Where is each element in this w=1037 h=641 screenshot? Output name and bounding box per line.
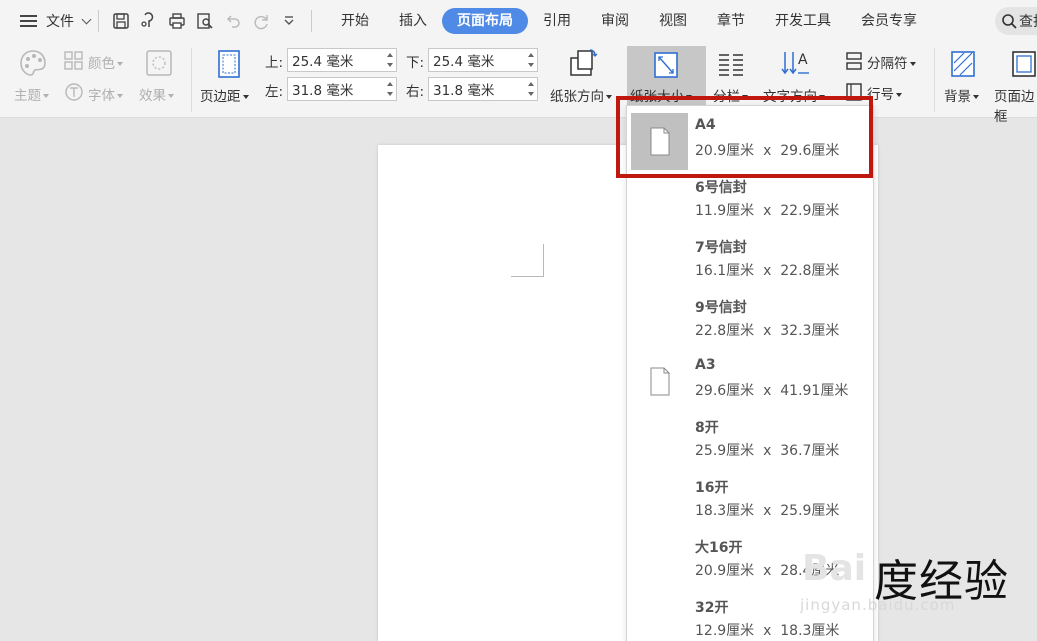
tab-references[interactable]: 引用 <box>528 8 586 34</box>
paper-size-dimensions: 16.1厘米 x 22.8厘米 <box>695 263 840 279</box>
left-margin-input[interactable]: 31.8 毫米 <box>287 77 397 101</box>
paper-thumbnail-icon <box>631 353 688 410</box>
bottom-margin-value: 25.4 毫米 <box>433 54 495 70</box>
divider <box>934 48 935 112</box>
tab-review[interactable]: 审阅 <box>586 8 644 34</box>
separator-button[interactable]: 分隔符 <box>867 52 916 72</box>
annotation-highlight-box <box>616 96 873 178</box>
paper-size-dimensions: 25.9厘米 x 36.7厘米 <box>695 443 840 459</box>
left-margin-value: 31.8 毫米 <box>292 83 354 99</box>
paper-size-dimensions: 12.9厘米 x 18.3厘米 <box>695 623 840 639</box>
spinner-arrows-icon[interactable] <box>528 81 534 97</box>
bottom-margin-input[interactable]: 25.4 毫米 <box>428 48 538 72</box>
search-icon <box>1002 14 1017 29</box>
paper-size-option[interactable]: 16开 18.3厘米 x 25.9厘米 <box>627 469 873 529</box>
paper-size-dimensions: 22.8厘米 x 32.3厘米 <box>695 323 840 339</box>
ribbon-toolbar: 主题 颜色 字体 效果 页边距 上: 25.4 毫米 左: 31.8 毫米 下:… <box>0 42 1037 125</box>
paper-size-name: 大16开 <box>695 540 743 556</box>
file-menu-label: 文件 <box>46 14 74 30</box>
undo-icon[interactable] <box>222 10 244 32</box>
effects-button[interactable]: 效果 <box>139 84 174 104</box>
background-button[interactable]: 背景 <box>944 85 979 105</box>
page-margin-icon[interactable] <box>214 49 244 79</box>
text-direction-icon[interactable]: A <box>781 48 811 78</box>
tab-developer[interactable]: 开发工具 <box>760 8 846 34</box>
ribbon-tabs: 开始 插入 页面布局 引用 审阅 视图 章节 开发工具 会员专享 <box>326 8 932 34</box>
color-grid-icon <box>64 51 83 70</box>
bottom-margin-label: 下: <box>406 55 425 71</box>
paper-size-dimensions: 29.6厘米 x 41.91厘米 <box>695 383 849 399</box>
tab-chapter[interactable]: 章节 <box>702 8 760 34</box>
divider <box>311 10 312 32</box>
paper-size-name: 8开 <box>695 420 719 436</box>
print-icon[interactable] <box>166 10 188 32</box>
paper-size-name: 7号信封 <box>695 240 747 256</box>
tab-member[interactable]: 会员专享 <box>846 8 932 34</box>
background-icon[interactable] <box>948 49 978 79</box>
top-margin-input[interactable]: 25.4 毫米 <box>287 48 397 72</box>
color-button[interactable]: 颜色 <box>88 52 123 72</box>
right-margin-value: 31.8 毫米 <box>433 83 495 99</box>
top-margin-label: 上: <box>265 55 284 71</box>
paper-size-icon <box>654 52 678 78</box>
chevron-down-icon <box>81 14 92 24</box>
paper-size-dimensions: 11.9厘米 x 22.9厘米 <box>695 203 840 219</box>
paper-size-dimensions: 18.3厘米 x 25.9厘米 <box>695 503 840 519</box>
effects-icon[interactable] <box>144 48 174 78</box>
customize-toolbar-icon[interactable] <box>278 10 300 32</box>
text-boundary-corner <box>511 244 544 277</box>
paper-size-name: A3 <box>695 357 716 373</box>
format-painter-icon[interactable] <box>138 10 160 32</box>
file-menu[interactable]: 文件 <box>46 11 92 31</box>
spinner-arrows-icon[interactable] <box>387 52 393 68</box>
spinner-arrows-icon[interactable] <box>528 52 534 68</box>
page-border-button[interactable]: 页面边框 <box>994 85 1037 125</box>
tab-view[interactable]: 视图 <box>644 8 702 34</box>
tab-insert[interactable]: 插入 <box>384 8 442 34</box>
paper-size-option[interactable]: 7号信封 16.1厘米 x 22.8厘米 <box>627 229 873 289</box>
hamburger-menu-icon[interactable] <box>20 14 40 28</box>
spinner-arrows-icon[interactable] <box>387 81 393 97</box>
page-border-icon[interactable] <box>1009 49 1037 79</box>
right-margin-input[interactable]: 31.8 毫米 <box>428 77 538 101</box>
search-box[interactable]: 查找 <box>995 7 1037 35</box>
paper-size-option[interactable]: 8开 25.9厘米 x 36.7厘米 <box>627 409 873 469</box>
paper-size-name: 16开 <box>695 480 729 496</box>
separator-icon <box>846 52 862 70</box>
right-margin-label: 右: <box>406 84 425 100</box>
theme-palette-icon[interactable] <box>18 48 48 78</box>
paper-size-name: 9号信封 <box>695 300 747 316</box>
tab-home[interactable]: 开始 <box>326 8 384 34</box>
top-margin-value: 25.4 毫米 <box>292 54 354 70</box>
paper-size-option[interactable]: 6号信封 11.9厘米 x 22.9厘米 <box>627 169 873 229</box>
orientation-button[interactable]: 纸张方向 <box>550 85 612 105</box>
divider <box>98 10 99 32</box>
font-button[interactable]: 字体 <box>88 84 123 104</box>
margin-button[interactable]: 页边距 <box>200 85 249 105</box>
left-margin-label: 左: <box>265 84 284 100</box>
paper-orientation-icon[interactable] <box>568 48 598 78</box>
font-circle-t-icon <box>65 83 83 101</box>
watermark-url: jingyan.baidu.com <box>800 596 956 614</box>
paper-size-option[interactable]: A3 29.6厘米 x 41.91厘米 <box>627 349 873 409</box>
tab-page-layout[interactable]: 页面布局 <box>442 8 528 34</box>
menu-bar: 文件 开始 插入 页面布局 引用 审阅 视图 章节 开发工具 会员专享 查 <box>0 0 1037 42</box>
theme-button[interactable]: 主题 <box>14 84 49 104</box>
paper-size-option[interactable]: 9号信封 22.8厘米 x 32.3厘米 <box>627 289 873 349</box>
svg-text:A: A <box>798 52 808 68</box>
watermark-brand: Bai <box>802 548 867 589</box>
redo-icon[interactable] <box>250 10 272 32</box>
search-label: 查找 <box>1019 14 1037 30</box>
divider <box>191 48 192 112</box>
paper-size-name: 32开 <box>695 600 729 616</box>
print-preview-icon[interactable] <box>194 10 216 32</box>
paper-size-name: 6号信封 <box>695 180 747 196</box>
columns-icon[interactable] <box>716 50 746 80</box>
save-icon[interactable] <box>110 10 132 32</box>
